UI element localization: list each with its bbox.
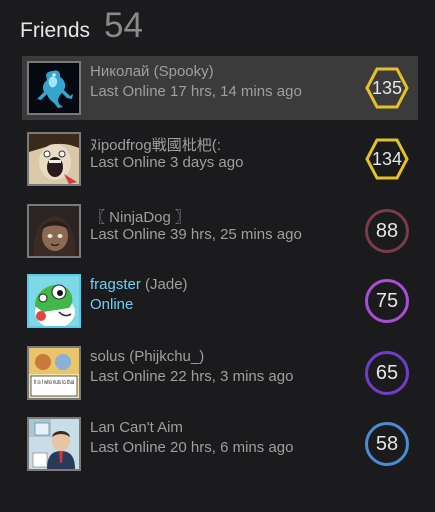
- friend-row[interactable]: 〖 NinjaDog 〗 Last Online 39 hrs, 25 mins…: [22, 199, 418, 263]
- friend-persona: Николай: [90, 63, 150, 80]
- yoshi-cartoon-avatar-icon[interactable]: [27, 274, 81, 328]
- friends-title: Friends: [20, 19, 91, 42]
- level-number: 88: [375, 219, 399, 242]
- friend-nickname: (Jade): [145, 276, 188, 293]
- friend-name[interactable]: ﾇipodfrog戦國枇杷(:: [90, 134, 221, 155]
- screaming-face-avatar-icon[interactable]: [27, 132, 81, 186]
- anime-girl-avatar-icon[interactable]: [27, 204, 81, 258]
- friend-persona: Lan Can't Aim: [90, 419, 183, 436]
- level-number: 135: [371, 77, 403, 98]
- friend-status: Online: [90, 296, 134, 313]
- level-number: 58: [375, 432, 399, 455]
- comic-avatar-icon[interactable]: It is I who nuts to that: [27, 346, 81, 400]
- friend-nickname: (Phijkchu_): [129, 348, 205, 365]
- friend-status: Last Online 22 hrs, 3 mins ago: [90, 368, 294, 385]
- friend-status: Last Online 20 hrs, 6 mins ago: [90, 439, 294, 456]
- friend-row[interactable]: Lan Can't Aim Last Online 20 hrs, 6 mins…: [22, 412, 418, 476]
- friend-persona: solus: [90, 348, 126, 365]
- friends-header: Friends 54: [20, 6, 143, 46]
- frog-avatar-icon[interactable]: [27, 61, 81, 115]
- friend-name[interactable]: solus (Phijkchu_): [90, 348, 204, 365]
- level-badge: 75: [364, 278, 410, 324]
- friend-row[interactable]: Николай (Spooky) Last Online 17 hrs, 14 …: [22, 56, 418, 120]
- level-badge: 134: [364, 136, 410, 182]
- friend-row[interactable]: ﾇipodfrog戦國枇杷(: Last Online 3 days ago 1…: [22, 127, 418, 191]
- level-number: 75: [375, 289, 399, 312]
- friend-persona: fragster: [90, 276, 141, 293]
- friend-name[interactable]: Lan Can't Aim: [90, 419, 183, 436]
- level-number: 65: [375, 361, 399, 384]
- friend-name[interactable]: fragster (Jade): [90, 276, 188, 293]
- friend-persona: ﾇipodfrog戦國枇杷(:: [90, 137, 221, 154]
- friend-persona: 〖 NinjaDog 〗: [90, 209, 191, 226]
- friend-status: Last Online 17 hrs, 14 mins ago: [90, 83, 302, 100]
- friend-nickname: (Spooky): [153, 63, 214, 80]
- friends-count: 54: [104, 6, 143, 45]
- friend-name[interactable]: Николай (Spooky): [90, 63, 214, 80]
- level-badge: 58: [364, 421, 410, 467]
- friend-row[interactable]: fragster (Jade) Online 75: [22, 269, 418, 333]
- level-badge: 88: [364, 208, 410, 254]
- friend-status: Last Online 39 hrs, 25 mins ago: [90, 226, 302, 243]
- level-badge: 65: [364, 350, 410, 396]
- level-badge: 135: [364, 65, 410, 111]
- comic-caption-text: It is I who nuts to that: [34, 379, 74, 386]
- office-man-avatar-icon[interactable]: [27, 417, 81, 471]
- level-number: 134: [371, 148, 403, 169]
- friend-name[interactable]: 〖 NinjaDog 〗: [90, 206, 190, 227]
- friend-row[interactable]: It is I who nuts to that solus (Phijkchu…: [22, 341, 418, 405]
- friend-status: Last Online 3 days ago: [90, 154, 244, 171]
